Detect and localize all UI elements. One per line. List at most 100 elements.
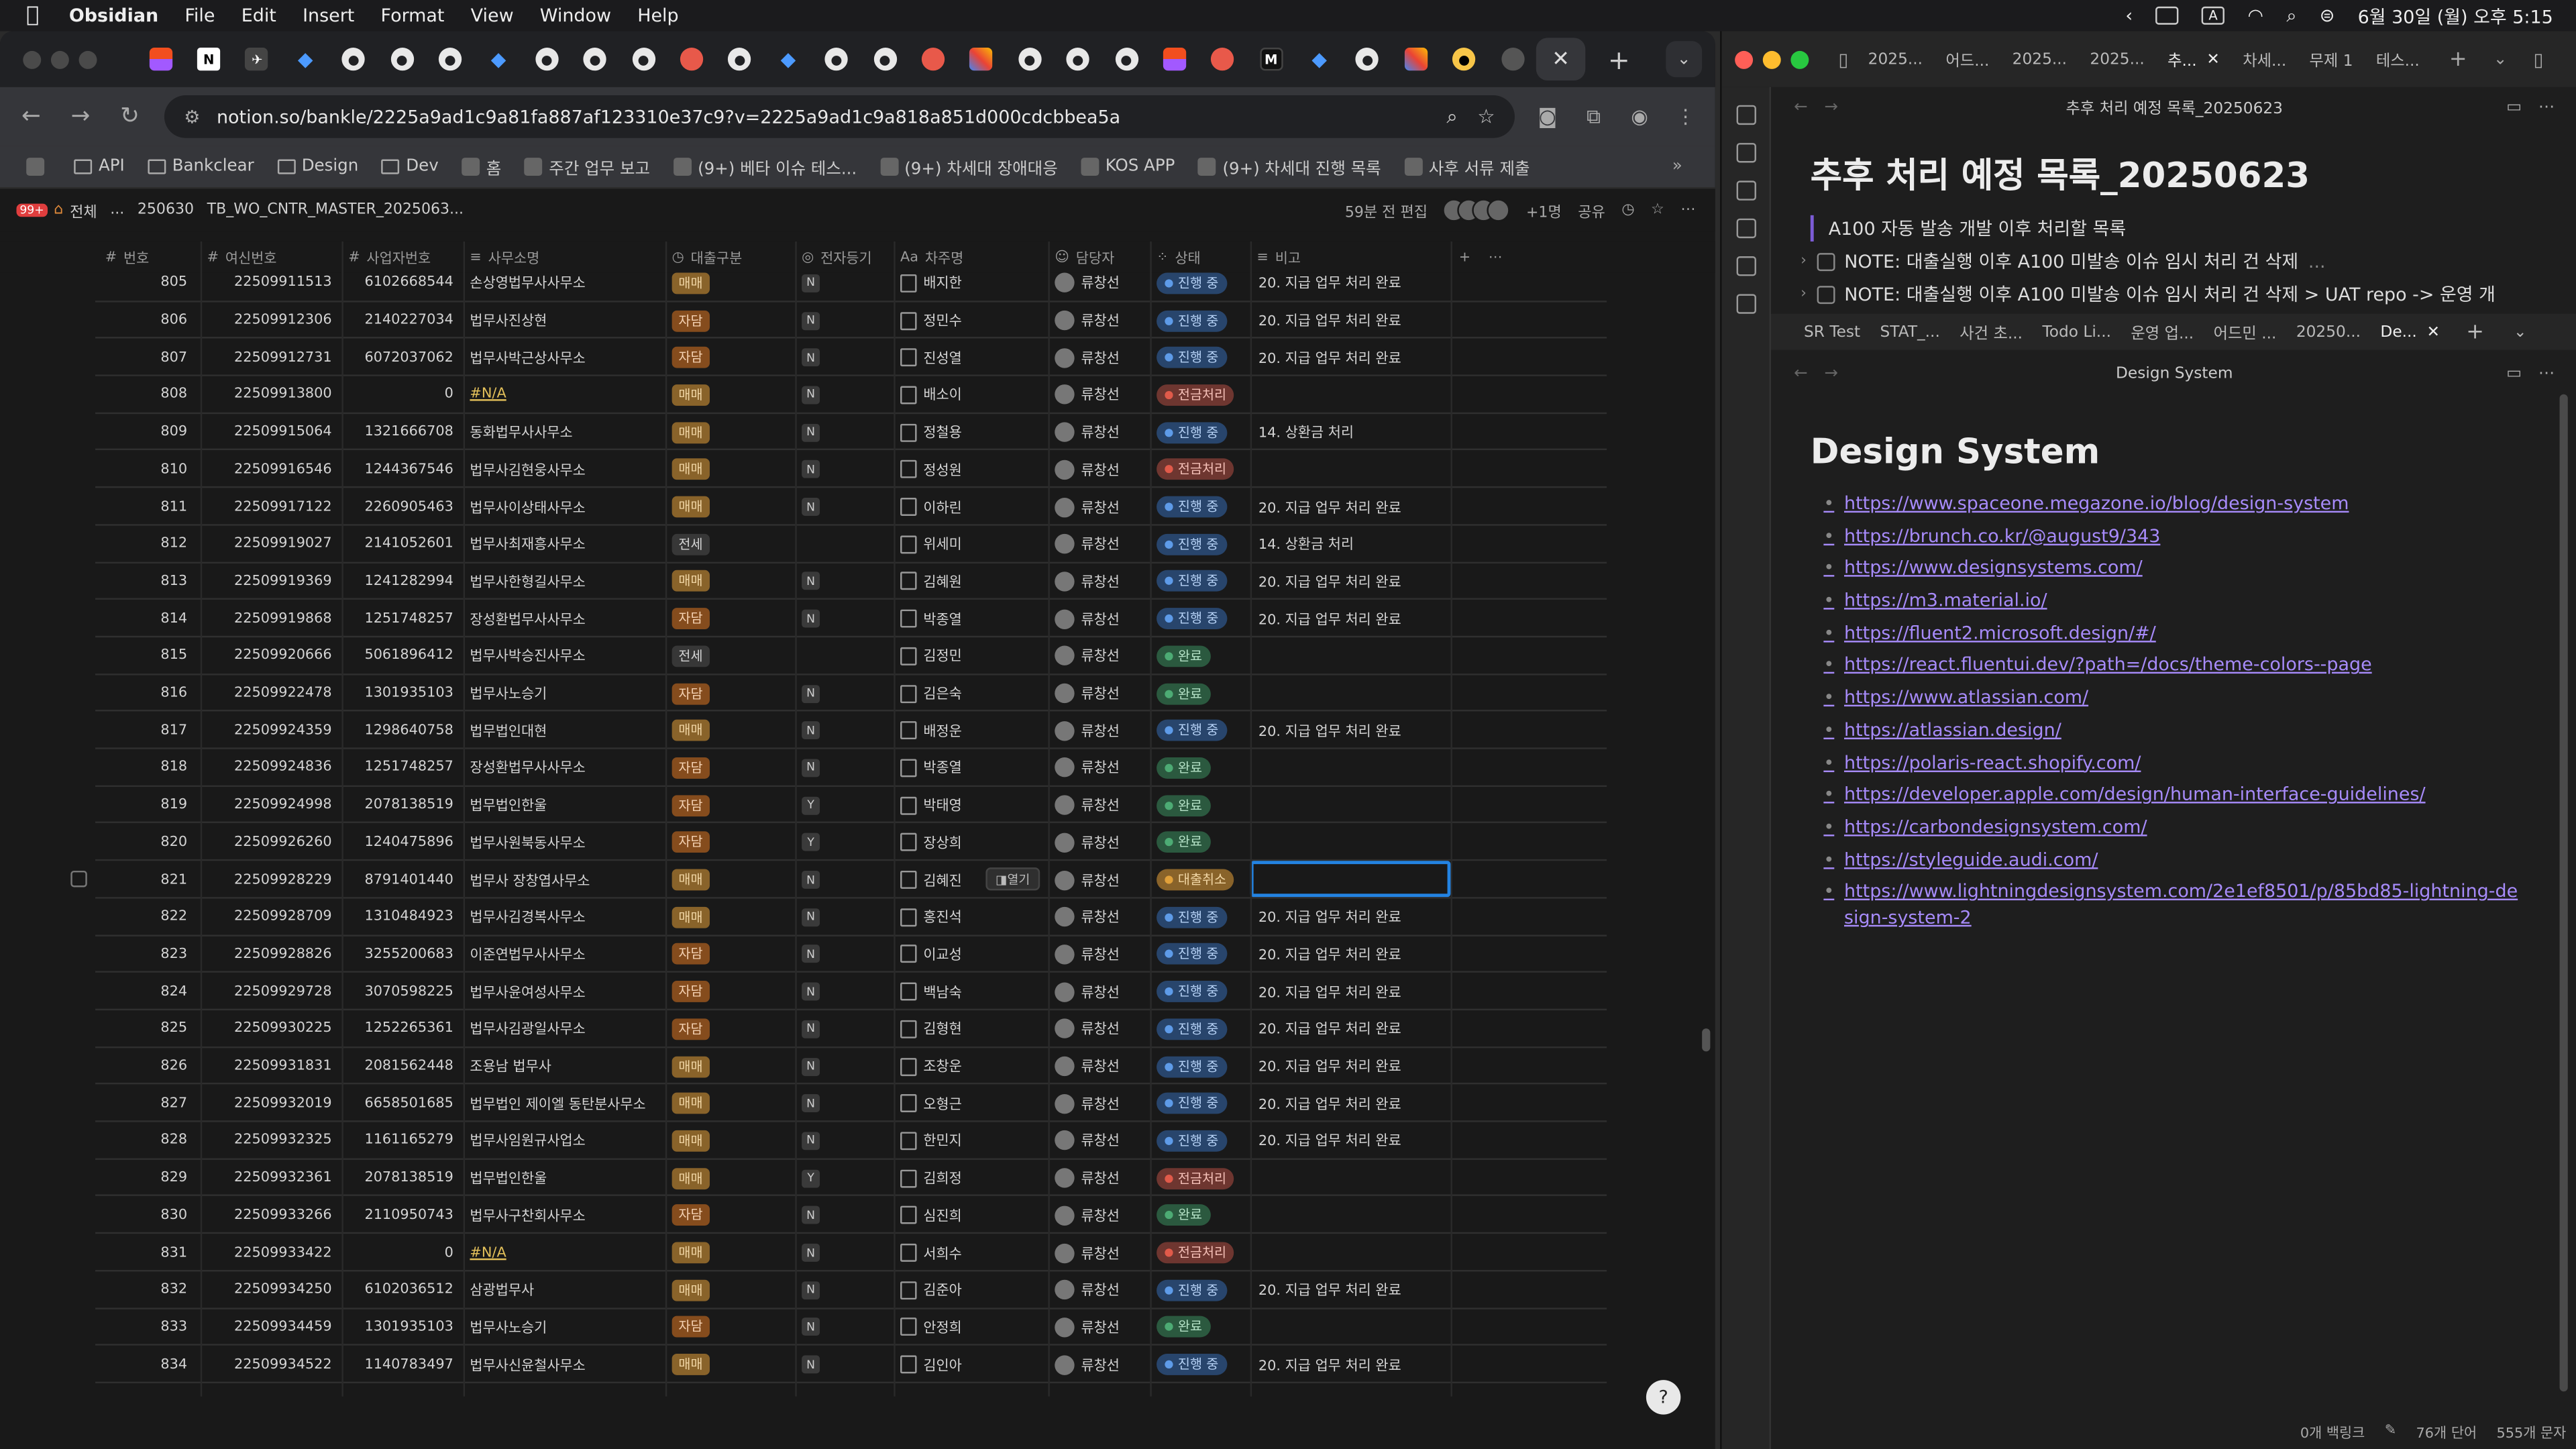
browser-tab[interactable]: ● bbox=[1440, 38, 1489, 80]
borrower-name[interactable]: 이교성 bbox=[923, 945, 961, 964]
borrower-name[interactable]: 배정운 bbox=[923, 720, 961, 740]
external-link[interactable]: • https://carbondesignsystem.com/ bbox=[1823, 814, 2526, 841]
menu-view[interactable]: View bbox=[471, 5, 514, 26]
canvas-icon[interactable] bbox=[1735, 218, 1756, 239]
browser-tab[interactable]: ● bbox=[1054, 38, 1102, 80]
bookmark-item[interactable]: Bankclear bbox=[147, 158, 254, 176]
help-icon[interactable]: ? bbox=[1646, 1380, 1681, 1415]
browser-tab[interactable]: ● bbox=[378, 38, 426, 80]
status-badge[interactable]: 전금처리 bbox=[1157, 459, 1235, 480]
spotlight-icon[interactable]: ⌕ bbox=[2286, 4, 2296, 27]
reload-button[interactable]: ↻ bbox=[115, 103, 144, 129]
obsidian-tab[interactable]: 2025... bbox=[2090, 50, 2144, 68]
bookmark-item[interactable]: 홈 bbox=[462, 154, 501, 179]
link-text[interactable]: https://carbondesignsystem.com/ bbox=[1844, 814, 2147, 841]
bookmark-item[interactable]: (9+) 차세대 장애대응 bbox=[879, 154, 1058, 179]
new-tab-button[interactable]: + bbox=[2449, 47, 2467, 72]
borrower-name[interactable]: 오형근 bbox=[923, 1093, 961, 1113]
table-row[interactable]: 810 22509916546 1244367546 법무사김현웅사무소 매매 N 정성원 류… bbox=[0, 451, 1715, 488]
breadcrumb-page[interactable]: TB_WO_CNTR_MASTER_2025063... bbox=[207, 202, 464, 218]
breadcrumb-root[interactable]: 전체 bbox=[70, 200, 97, 221]
table-row[interactable]: 825 22509930225 1252265361 법무사김광일사무소 자담 N 김형현 류… bbox=[0, 1010, 1715, 1048]
browser-tab[interactable]: N bbox=[184, 38, 233, 80]
status-badge[interactable]: 완료 bbox=[1157, 832, 1211, 853]
status-badge[interactable]: 진행 중 bbox=[1157, 272, 1227, 294]
bookmark-item[interactable]: Dev bbox=[381, 158, 439, 176]
borrower-name[interactable]: 정민수 bbox=[923, 311, 961, 330]
browser-tab[interactable]: ✈ bbox=[233, 38, 281, 80]
table-row[interactable]: 821 22509928229 8791401440 법무사 장창엽사무소 매매 N 김혜진… bbox=[0, 861, 1715, 899]
keyboard-icon[interactable] bbox=[2155, 6, 2179, 25]
table-row[interactable]: 811 22509917122 2260905463 법무사이상태사무소 매매 N 이하린 류… bbox=[0, 488, 1715, 526]
browser-tab[interactable]: ● bbox=[329, 38, 378, 80]
borrower-name[interactable]: 박종열 bbox=[923, 609, 961, 629]
browser-tab[interactable] bbox=[667, 38, 716, 80]
status-badge[interactable]: 대출취소 bbox=[1157, 869, 1235, 891]
obsidian-tab[interactable]: 차세... bbox=[2243, 48, 2286, 70]
table-row[interactable]: 815 22509920666 5061896412 법무사박승진사무소 전세 김정민 류창… bbox=[0, 637, 1715, 675]
borrower-name[interactable]: 김혜진 bbox=[923, 870, 961, 890]
table-row[interactable]: 820 22509926260 1240475896 법무사원북동사무소 자담 Y 장상희 류… bbox=[0, 824, 1715, 861]
browser-tab[interactable]: ● bbox=[812, 38, 861, 80]
status-badge[interactable]: 진행 중 bbox=[1157, 496, 1227, 518]
menu-edit[interactable]: Edit bbox=[241, 5, 276, 26]
status-badge[interactable]: 진행 중 bbox=[1157, 1018, 1227, 1040]
obsidian-tab[interactable]: 2025... bbox=[1868, 50, 1923, 68]
site-info-icon[interactable]: ⚙ bbox=[184, 106, 200, 127]
bookmark-item[interactable]: 사후 서류 제출 bbox=[1404, 154, 1530, 179]
browser-tab[interactable]: ● bbox=[1102, 38, 1150, 80]
bookmark-item[interactable]: (9+) 베타 이슈 테스... bbox=[673, 154, 857, 179]
borrower-name[interactable]: 위세미 bbox=[923, 534, 961, 553]
borrower-name[interactable]: 서희수 bbox=[923, 1243, 961, 1263]
table-row[interactable]: 834 22509934522 1140783497 법무사신윤철사무소 매매 N 김인아 류… bbox=[0, 1346, 1715, 1384]
external-link[interactable]: • https://polaris-react.shopify.com/ bbox=[1823, 750, 2526, 776]
table-row[interactable]: 817 22509924359 1298640758 법무법인대현 매매 N 배정운 류창선 진… bbox=[0, 712, 1715, 749]
borrower-name[interactable]: 김정민 bbox=[923, 646, 961, 665]
share-button[interactable]: 공유 bbox=[1578, 200, 1605, 221]
table-row[interactable]: 823 22509928826 3255200683 이준연법무사사무소 자담 N 이교성 류… bbox=[0, 936, 1715, 973]
borrower-name[interactable]: 진성열 bbox=[923, 348, 961, 367]
table-row[interactable]: 806 22509912306 2140227034 법무사진상현 자담 N 정민수 류창선 진… bbox=[0, 302, 1715, 339]
link-text[interactable]: https://www.spaceone.megazone.io/blog/de… bbox=[1844, 491, 2349, 517]
status-badge[interactable]: 진행 중 bbox=[1157, 608, 1227, 630]
bookmark-item[interactable]: Design bbox=[276, 158, 358, 176]
breadcrumb-ellipsis[interactable]: ... bbox=[110, 202, 124, 218]
browser-tab[interactable]: ◆ bbox=[764, 38, 812, 80]
forward-button[interactable]: → bbox=[66, 103, 95, 129]
borrower-name[interactable]: 안정희 bbox=[923, 1318, 961, 1337]
fold-chevron-icon[interactable]: › bbox=[1801, 286, 1807, 302]
screenshot-icon[interactable]: ◙ bbox=[1534, 105, 1560, 128]
graph-icon[interactable] bbox=[1735, 180, 1756, 201]
bookmark-item[interactable]: KOS APP bbox=[1081, 158, 1175, 176]
status-badge[interactable]: 진행 중 bbox=[1157, 720, 1227, 742]
backlinks-count[interactable]: 0개 백링크 bbox=[2300, 1423, 2365, 1442]
fold-chevron-icon[interactable]: › bbox=[1801, 253, 1807, 269]
table-row[interactable]: 807 22509912731 6072037062 법무사박근상사무소 자담 N 진성열 류… bbox=[0, 339, 1715, 377]
more-icon[interactable]: ⋯ bbox=[1680, 202, 1695, 218]
browser-tab[interactable]: ● bbox=[716, 38, 764, 80]
status-badge[interactable]: 전금처리 bbox=[1157, 384, 1235, 406]
tab-search-button[interactable]: ⌄ bbox=[1666, 41, 1703, 78]
browser-tab[interactable]: ● bbox=[861, 38, 909, 80]
table-row[interactable]: 826 22509931831 2081562448 조용남 법무사 매매 N 조창운 류창선… bbox=[0, 1048, 1715, 1085]
status-badge[interactable]: 완료 bbox=[1157, 645, 1211, 667]
external-link[interactable]: • https://www.atlassian.com/ bbox=[1823, 686, 2526, 712]
link-text[interactable]: https://brunch.co.kr/@august9/343 bbox=[1844, 523, 2160, 549]
borrower-name[interactable]: 이하린 bbox=[923, 497, 961, 517]
edit-icon[interactable]: ✎ bbox=[2385, 1423, 2396, 1442]
control-center-icon[interactable]: ⊜ bbox=[2320, 5, 2335, 26]
table-row[interactable]: 814 22509919868 1251748257 장성환법무사사무소 자담 N 박종열 류… bbox=[0, 600, 1715, 638]
browser-tab[interactable] bbox=[136, 38, 184, 80]
borrower-name[interactable]: 김은숙 bbox=[923, 684, 961, 703]
selected-cell[interactable] bbox=[1250, 861, 1451, 898]
profile-icon[interactable]: ◉ bbox=[1627, 105, 1653, 128]
bookmark-star-icon[interactable]: ☆ bbox=[1477, 105, 1495, 128]
bookmark-item[interactable]: API bbox=[74, 158, 125, 176]
link-text[interactable]: https://www.lightningdesignsystem.com/2e… bbox=[1844, 879, 2527, 932]
external-link[interactable]: • https://brunch.co.kr/@august9/343 bbox=[1823, 523, 2526, 549]
browser-tab[interactable]: ✕ bbox=[1536, 38, 1585, 81]
external-link[interactable]: • https://fluent2.microsoft.design/#/ bbox=[1823, 621, 2526, 647]
row-select-checkbox[interactable] bbox=[70, 871, 87, 888]
browser-tab[interactable]: ● bbox=[1006, 38, 1054, 80]
apple-icon[interactable]:  bbox=[26, 3, 49, 27]
